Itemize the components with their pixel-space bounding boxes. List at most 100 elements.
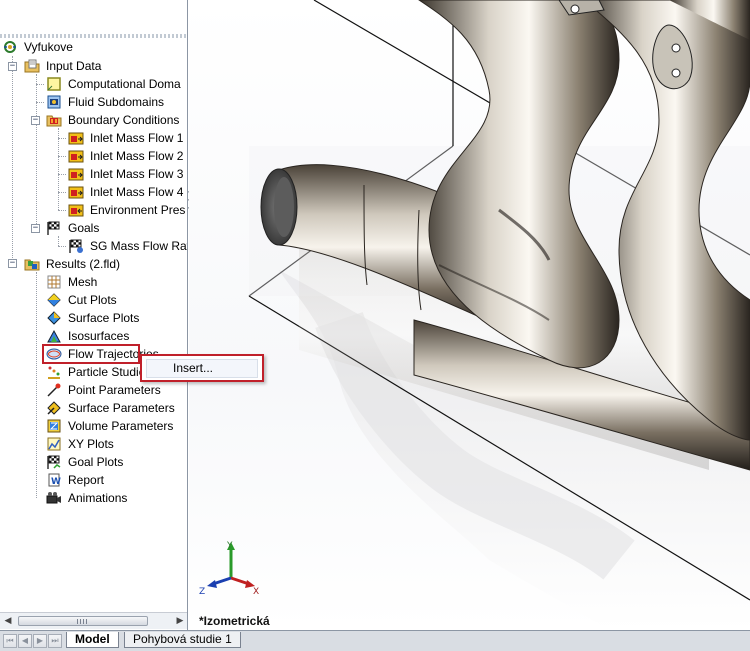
scroll-left-arrow-icon[interactable]: ◀ xyxy=(2,615,14,627)
exhaust-manifold-model xyxy=(248,0,750,630)
xy-plot-icon xyxy=(46,436,62,452)
tree-connector xyxy=(58,246,66,247)
results-folder-icon xyxy=(24,256,40,272)
tree-horizontal-scrollbar[interactable]: ◀ ▶ xyxy=(0,612,187,629)
collapse-boundary-conditions[interactable]: − xyxy=(31,116,40,125)
tree-item-cut-plots[interactable]: Cut Plots xyxy=(46,291,117,309)
tree-item-label: Environment Pres xyxy=(90,203,186,217)
tree-item-label: Cut Plots xyxy=(68,293,117,307)
tree-connector xyxy=(58,156,66,157)
particle-study-icon xyxy=(46,364,62,380)
tree-connector xyxy=(58,236,59,246)
goal-plot-icon xyxy=(46,454,62,470)
tree-item-label: Inlet Mass Flow 3 xyxy=(90,167,184,181)
graphics-viewport[interactable]: Y X Z *Izometrická xyxy=(189,0,750,630)
tree-item-goal-plots[interactable]: Goal Plots xyxy=(46,453,123,471)
tree-item-mesh[interactable]: Mesh xyxy=(46,273,97,291)
tree-connector xyxy=(36,272,37,498)
tree-item-label: Inlet Mass Flow 2 xyxy=(90,149,184,163)
inlet-flow-icon xyxy=(68,148,84,164)
tree-item-isosurfaces[interactable]: Isosurfaces xyxy=(46,327,129,345)
point-parameter-icon xyxy=(46,382,62,398)
tree-item-inlet-mass-flow-2[interactable]: Inlet Mass Flow 2 xyxy=(68,147,183,165)
checkered-flag-icon xyxy=(46,220,62,236)
tree-item-label: XY Plots xyxy=(68,437,114,451)
feature-tree-panel: − − − − Vyfukove Input Data Computationa… xyxy=(0,0,188,630)
collapse-input-data[interactable]: − xyxy=(8,62,17,71)
tree-item-report[interactable]: W Report xyxy=(46,471,104,489)
tree-item-results[interactable]: Results (2.fld) xyxy=(24,255,120,273)
tree-item-animations[interactable]: Animations xyxy=(46,489,127,507)
tree-item-label: Inlet Mass Flow 1 xyxy=(90,131,184,145)
volume-parameter-icon xyxy=(46,418,62,434)
triad-x-label: X xyxy=(253,587,259,597)
context-menu: Insert... xyxy=(140,354,264,382)
view-orientation-label: *Izometrická xyxy=(199,614,270,628)
tree-item-project[interactable]: Vyfukove xyxy=(2,38,73,56)
tree-item-boundary-conditions[interactable]: Boundary Conditions xyxy=(46,111,179,129)
tree-item-surface-parameters[interactable]: Surface Parameters xyxy=(46,399,175,417)
isosurface-icon xyxy=(46,328,62,344)
tree-item-computational-domain[interactable]: Computational Doma xyxy=(46,75,181,93)
inlet-flow-icon xyxy=(68,166,84,182)
flow-project-icon xyxy=(2,39,18,55)
menu-item-insert[interactable]: Insert... xyxy=(146,359,258,378)
first-tab-icon[interactable]: ⏮ xyxy=(3,634,17,648)
tree-item-surface-plots[interactable]: Surface Plots xyxy=(46,309,139,327)
tree-connector xyxy=(12,56,13,266)
collapse-results[interactable]: − xyxy=(8,259,17,268)
tree-item-label: SG Mass Flow Rat xyxy=(90,239,188,253)
goal-flag-icon xyxy=(68,238,84,254)
triad-z-label: Z xyxy=(199,587,205,597)
tree-item-volume-parameters[interactable]: Volume Parameters xyxy=(46,417,173,435)
tree-item-label: Mesh xyxy=(68,275,98,289)
animation-camera-icon xyxy=(46,490,62,506)
coordinate-triad[interactable]: Y X Z xyxy=(197,538,259,598)
domain-box-icon xyxy=(46,76,62,92)
pressure-opening-icon xyxy=(68,202,84,218)
triad-y-label: Y xyxy=(226,541,233,551)
boundary-conditions-folder-icon xyxy=(46,112,62,128)
tree-item-point-parameters[interactable]: Point Parameters xyxy=(46,381,161,399)
tree-connector xyxy=(58,138,66,139)
tab-motion-study[interactable]: Pohybová studie 1 xyxy=(124,632,241,648)
collapse-goals[interactable]: − xyxy=(31,224,40,233)
tree-item-label: Surface Parameters xyxy=(68,401,175,415)
previous-tab-icon[interactable]: ◀ xyxy=(18,634,32,648)
tree-connector xyxy=(58,210,66,211)
tree-item-particle-studies[interactable]: Particle Studies xyxy=(46,363,151,381)
tree-item-input-data[interactable]: Input Data xyxy=(24,57,101,75)
tree-item-inlet-mass-flow-4[interactable]: Inlet Mass Flow 4 xyxy=(68,183,183,201)
tree-item-label: Goal Plots xyxy=(68,455,124,469)
next-tab-icon[interactable]: ▶ xyxy=(33,634,47,648)
tree-item-label: Boundary Conditions xyxy=(68,113,180,127)
fluid-subdomain-icon xyxy=(46,94,62,110)
tree-item-inlet-mass-flow-3[interactable]: Inlet Mass Flow 3 xyxy=(68,165,183,183)
tree-connector xyxy=(58,192,66,193)
tree-item-label: Volume Parameters xyxy=(68,419,174,433)
tree-item-inlet-mass-flow-1[interactable]: Inlet Mass Flow 1 xyxy=(68,129,183,147)
scroll-right-arrow-icon[interactable]: ▶ xyxy=(174,615,186,627)
tree-connector xyxy=(58,174,66,175)
scrollbar-thumb[interactable] xyxy=(18,616,148,626)
tree-item-sg-mass-flow-rate[interactable]: SG Mass Flow Rat xyxy=(68,237,188,255)
tree-item-label: Animations xyxy=(68,491,128,505)
tree-item-environment-pressure[interactable]: Environment Pres xyxy=(68,201,185,219)
tree-item-label: Vyfukove xyxy=(24,40,73,54)
tree-connector xyxy=(36,74,37,230)
svg-text:W: W xyxy=(51,477,61,487)
inlet-flow-icon xyxy=(68,130,84,146)
last-tab-icon[interactable]: ⏭ xyxy=(48,634,62,648)
tree-item-fluid-subdomains[interactable]: Fluid Subdomains xyxy=(46,93,164,111)
scrollbar-grip xyxy=(77,619,89,624)
tree-item-label: Fluid Subdomains xyxy=(68,95,165,109)
surface-parameter-icon xyxy=(46,400,62,416)
tree-item-label: Input Data xyxy=(46,59,102,73)
tree-item-goals[interactable]: Goals xyxy=(46,219,99,237)
tab-model[interactable]: Model xyxy=(66,632,119,648)
inlet-flow-icon xyxy=(68,184,84,200)
surface-plot-icon xyxy=(46,310,62,326)
tree-item-xy-plots[interactable]: XY Plots xyxy=(46,435,114,453)
flow-trajectories-icon xyxy=(46,346,62,362)
cut-plot-icon xyxy=(46,292,62,308)
